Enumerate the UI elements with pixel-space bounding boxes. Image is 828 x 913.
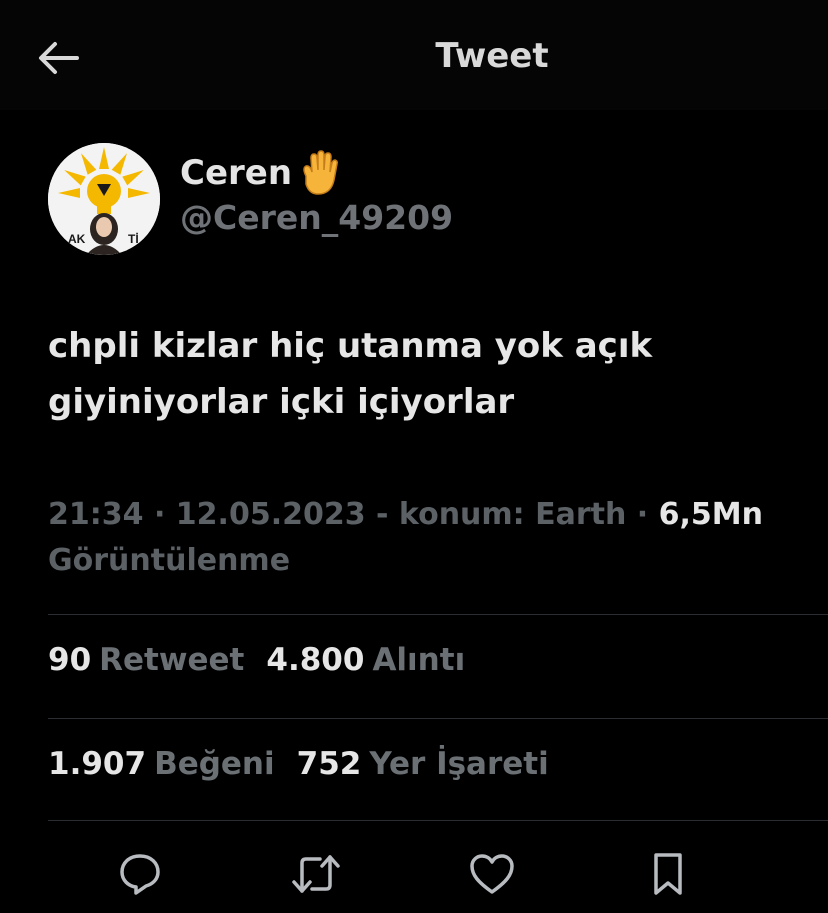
bookmark-icon [648,851,688,901]
raised-hand-icon [296,150,340,196]
display-name: Ceren [180,153,293,193]
action-bar [0,848,828,904]
ak-parti-logo: AK Tİ [48,143,160,255]
separator: · [143,497,176,532]
avatar-logo-text-left: AK [68,232,86,246]
reply-button[interactable] [112,848,168,904]
divider [48,718,828,719]
retweets-count: 90 [48,642,92,678]
retweets-label: Retweet [99,642,245,678]
avatar[interactable]: AK Tİ [48,143,160,255]
tweet-date[interactable]: 12.05.2023 [176,497,366,532]
bookmarks-stat[interactable]: 752 Yer İşareti [297,746,549,782]
stats-row-likes: 1.907 Beğeni 752 Yer İşareti [48,746,571,782]
retweet-button[interactable] [288,848,344,904]
quotes-stat[interactable]: 4.800 Alıntı [266,642,465,678]
like-button[interactable] [464,848,520,904]
divider [48,820,828,821]
bookmarks-count: 752 [296,746,362,782]
separator: · [626,497,659,532]
tweet-text-line: giyiniyorlar içki içiyorlar [48,382,515,422]
reply-icon [117,851,163,901]
divider [48,614,828,615]
author-handle[interactable]: @Ceren_49209 [180,198,453,237]
views-label: Görüntülenme [48,543,291,578]
tweet-text-line: chpli kizlar hiç utanma yok açık [48,326,653,366]
tweet-meta: 21:34 · 12.05.2023 - konum: Earth · 6,5M… [48,492,808,584]
quotes-count: 4.800 [266,642,365,678]
tweet-time[interactable]: 21:34 [48,497,144,532]
bookmark-button[interactable] [640,848,696,904]
tweet-location: - konum: Earth [365,497,627,532]
bookmarks-label: Yer İşareti [369,746,549,782]
likes-count: 1.907 [48,746,147,782]
author-name-row[interactable]: Ceren [180,150,340,196]
page-title: Tweet [435,36,549,76]
tweet-text: chpli kizlar hiç utanma yok açık giyiniy… [48,318,808,430]
likes-stat[interactable]: 1.907 Beğeni [48,746,275,782]
avatar-logo-text-right: Tİ [128,231,139,246]
stats-row-retweets: 90 Retweet 4.800 Alıntı [48,642,487,678]
retweets-stat[interactable]: 90 Retweet [48,642,244,678]
quotes-label: Alıntı [372,642,466,678]
like-icon [468,852,516,900]
views-count: 6,5Mn [658,497,763,532]
retweet-icon [290,851,342,901]
tweet-meta-line: 21:34 · 12.05.2023 - konum: Earth · 6,5M… [48,492,808,538]
likes-label: Beğeni [154,746,275,782]
top-bar: Tweet [0,0,828,110]
